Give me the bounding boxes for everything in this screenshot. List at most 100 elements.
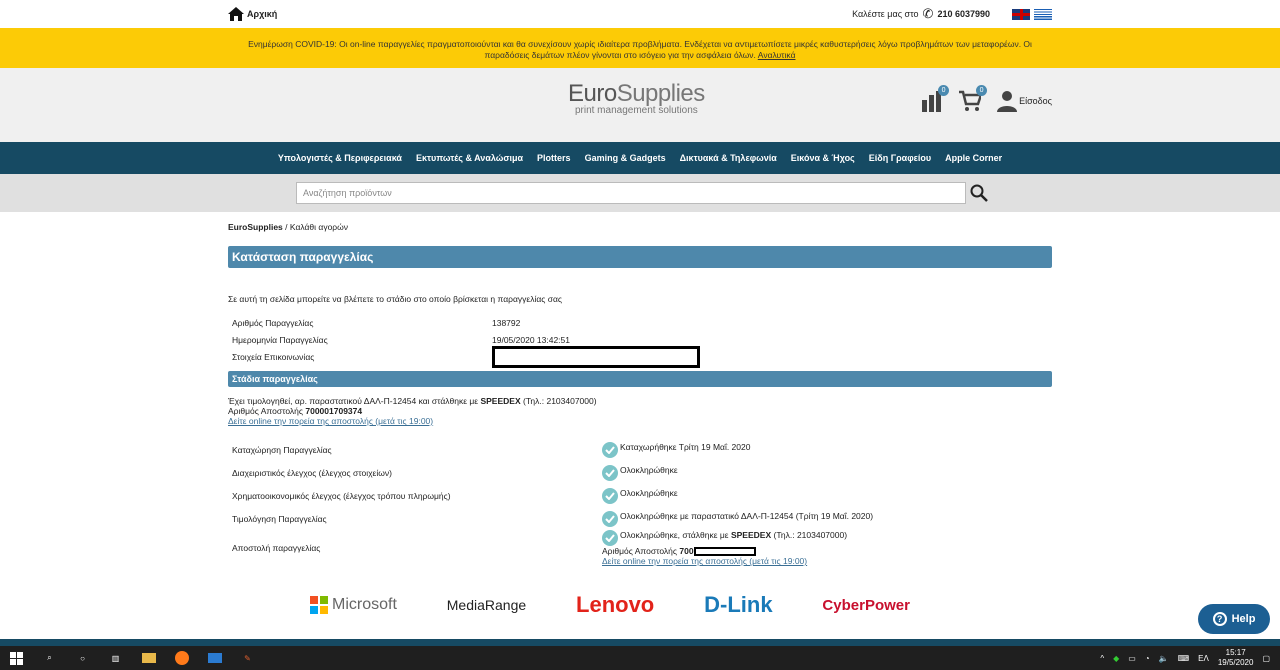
volume-icon[interactable]: 🔈 [1159, 654, 1169, 663]
nav-computers[interactable]: Υπολογιστές & Περιφερειακά [278, 153, 402, 163]
info-label: Ημερομηνία Παραγγελίας [232, 334, 328, 345]
shipping-summary: Έχει τιμολογηθεί, αρ. παραστατικού ΔΑΛ-Π… [228, 396, 1052, 426]
nav-audio-video[interactable]: Εικόνα & Ήχος [791, 153, 855, 163]
call-label: Καλέστε μας στο [852, 9, 919, 19]
microsoft-logo-icon [310, 596, 328, 614]
info-row: Στοιχεία Επικοινωνίας [228, 345, 1052, 368]
check-icon [602, 441, 618, 458]
breadcrumb-current: Καλάθι αγορών [289, 222, 349, 232]
clock[interactable]: 15:17 19/5/2020 [1218, 648, 1254, 668]
stage-label: Τιμολόγηση Παραγγελίας [232, 513, 327, 524]
breadcrumb: EuroSupplies / Καλάθι αγορών [228, 222, 1052, 232]
page-title: Κατάσταση παραγγελίας [228, 246, 1052, 268]
nav-printers[interactable]: Εκτυπωτές & Αναλώσιμα [416, 153, 523, 163]
nav-plotters[interactable]: Plotters [537, 153, 571, 163]
order-number: 138792 [492, 317, 521, 328]
check-icon [602, 487, 618, 504]
system-tray: ^ ◆ ▭ ◔ 🔈 ⌨ ΕΛ 15:17 19/5/2020 ▢ [1100, 648, 1280, 668]
compare-button[interactable]: 0 [921, 85, 950, 112]
login-button[interactable]: Είσοδος [997, 90, 1052, 112]
help-button[interactable]: ? Help [1198, 604, 1270, 634]
phone-number[interactable]: 210 6037990 [937, 9, 990, 19]
search-icon[interactable] [970, 184, 988, 202]
search-input[interactable]: Αναζήτηση προϊόντων [296, 182, 966, 204]
breadcrumb-home[interactable]: EuroSupplies [228, 222, 283, 232]
taskbar: ⌕ ○ ▥ ✎ ^ ◆ ▭ ◔ 🔈 ⌨ ΕΛ 15:17 19/5/2020 ▢ [0, 646, 1280, 670]
cortana-icon[interactable]: ○ [66, 646, 99, 670]
app-icon[interactable]: ✎ [231, 646, 264, 670]
stage-row: Καταχώρηση Παραγγελίας Καταχωρήθηκε Τρίτη… [228, 438, 1052, 461]
intro-text: Σε αυτή τη σελίδα μπορείτε να βλέπετε το… [228, 294, 562, 304]
check-icon [602, 464, 618, 481]
check-icon [602, 510, 618, 527]
stage-label: Χρηματοοικονομικός έλεγχος (έλεγχος τρόπ… [232, 490, 451, 501]
stage-row: Διαχειριστικός έλεγχος (έλεγχος στοιχείω… [228, 461, 1052, 484]
battery-icon[interactable]: ▭ [1128, 654, 1136, 663]
chevron-up-icon[interactable]: ^ [1100, 654, 1104, 663]
covid-details-link[interactable]: Αναλυτικά [758, 50, 796, 60]
phone-icon: ✆ [922, 6, 934, 21]
compare-badge: 0 [938, 85, 950, 96]
info-label: Στοιχεία Επικοινωνίας [232, 351, 315, 362]
logo[interactable]: EuroSupplies print management solutions [568, 80, 705, 116]
courier-phone: (Τηλ.: 2103407000) [523, 396, 597, 406]
courier: SPEEDEX [730, 530, 772, 540]
covid-banner: Ενημέρωση COVID-19: Οι on-line παραγγελί… [0, 28, 1280, 68]
nav-networking[interactable]: Δικτυακά & Τηλεφωνία [680, 153, 777, 163]
file-explorer-icon[interactable] [132, 646, 165, 670]
flag-uk-icon[interactable] [1012, 8, 1030, 20]
info-row: Αριθμός Παραγγελίας 138792 [228, 314, 1052, 331]
brand-logos: Microsoft MediaRange Lenovo D-Link Cyber… [310, 592, 910, 618]
order-info: Αριθμός Παραγγελίας 138792 Ημερομηνία Παρ… [228, 314, 1052, 368]
help-icon: ? [1212, 612, 1227, 626]
logo-main: EuroSupplies [568, 80, 705, 107]
start-icon[interactable] [0, 646, 33, 670]
shipping-text: Έχει τιμολογηθεί, αρ. παραστατικού ΔΑΛ-Π… [228, 396, 479, 406]
call-us: Καλέστε μας στο ✆ 210 6037990 [852, 6, 1052, 22]
brand-cyberpower[interactable]: CyberPower [822, 597, 910, 614]
brand-microsoft[interactable]: Microsoft [310, 596, 397, 614]
cart-button[interactable]: 0 [959, 85, 988, 112]
help-label: Help [1231, 613, 1256, 625]
tracking-label: Αριθμός Αποστολής [228, 406, 303, 416]
main-content: EuroSupplies / Καλάθι αγορών Κατάσταση π… [228, 222, 1052, 566]
brand-dlink[interactable]: D-Link [704, 592, 772, 618]
notifications-icon[interactable]: ▢ [1262, 654, 1270, 663]
redacted-tracking [693, 547, 756, 557]
language-indicator[interactable]: ΕΛ [1198, 654, 1209, 663]
top-bar: Αρχική Καλέστε μας στο ✆ 210 6037990 [0, 0, 1280, 28]
stage-label: Καταχώρηση Παραγγελίας [232, 444, 332, 455]
search-icon[interactable]: ⌕ [33, 646, 66, 670]
order-date: 19/05/2020 13:42:51 [492, 334, 570, 345]
nav-gaming[interactable]: Gaming & Gadgets [585, 153, 666, 163]
tracking-number: 700001709374 [305, 406, 363, 416]
nav-office[interactable]: Είδη Γραφείου [869, 153, 931, 163]
stage-label: Διαχειριστικός έλεγχος (έλεγχος στοιχείω… [232, 467, 392, 478]
task-view-icon[interactable]: ▥ [99, 646, 132, 670]
user-icon [997, 91, 1018, 112]
stage-status: Ολοκληρώθηκε [620, 464, 678, 475]
stages-list: Καταχώρηση Παραγγελίας Καταχωρήθηκε Τρίτη… [228, 438, 1052, 566]
firefox-icon[interactable] [165, 646, 198, 670]
track-shipment-link[interactable]: Δείτε online την πορεία της αποστολής (μ… [228, 416, 433, 426]
covid-text: Ενημέρωση COVID-19: Οι on-line παραγγελί… [248, 39, 1032, 60]
flag-greece-icon[interactable] [1034, 8, 1052, 20]
mail-icon[interactable] [198, 646, 231, 670]
stage-status: Ολοκληρώθηκε, στάλθηκε με [620, 530, 729, 540]
login-label: Είσοδος [1019, 96, 1052, 106]
stage-label: Αποστολή παραγγελίας [232, 543, 321, 554]
home-link[interactable]: Αρχική [228, 7, 277, 21]
stage-status: Ολοκληρώθηκε με παραστατικό ΔΑΛ-Π-12454 … [620, 510, 874, 521]
keyboard-icon[interactable]: ⌨ [1178, 654, 1190, 663]
brand-name: Microsoft [332, 596, 397, 613]
logo-tagline: print management solutions [574, 105, 698, 116]
nav-apple[interactable]: Apple Corner [945, 153, 1002, 163]
brand-lenovo[interactable]: Lenovo [576, 592, 654, 618]
defender-icon[interactable]: ◆ [1113, 654, 1119, 663]
track-shipment-link[interactable]: Δείτε online την πορεία της αποστολής (μ… [602, 556, 807, 566]
home-icon [228, 7, 244, 21]
wifi-icon[interactable]: ◔ [1145, 654, 1150, 663]
home-label: Αρχική [247, 9, 278, 19]
brand-mediarange[interactable]: MediaRange [447, 597, 526, 613]
stage-row: Χρηματοοικονομικός έλεγχος (έλεγχος τρόπ… [228, 484, 1052, 507]
